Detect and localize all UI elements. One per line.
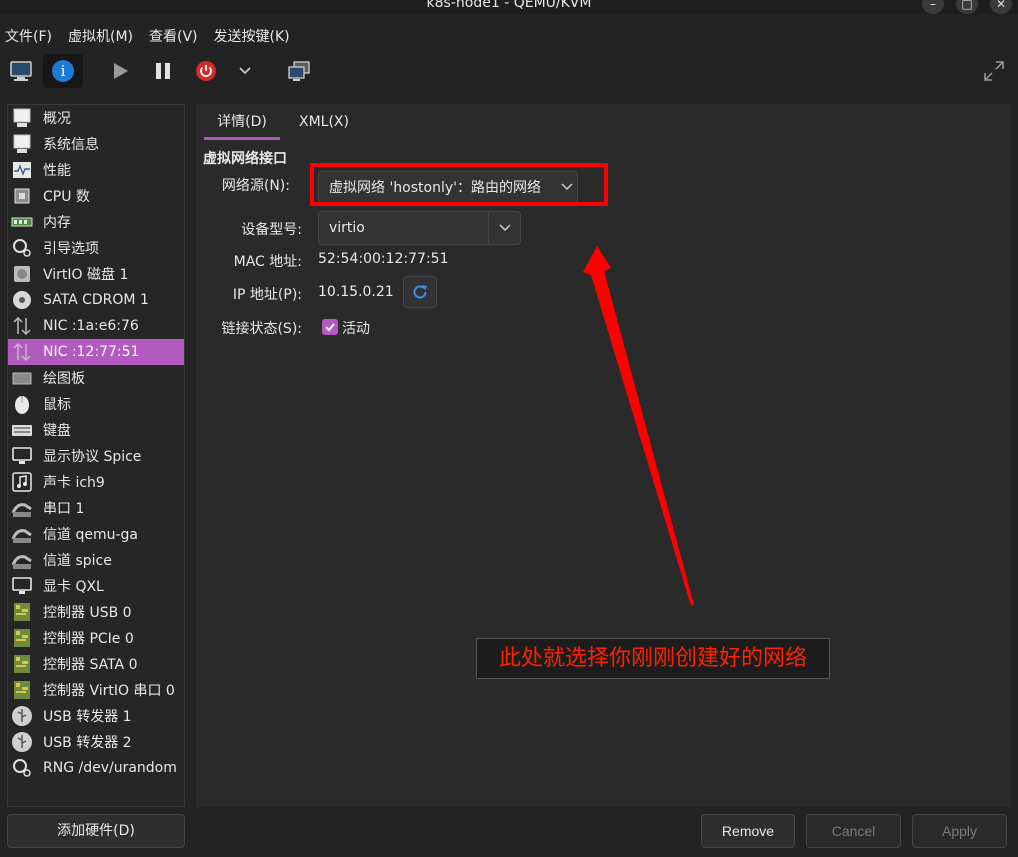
remove-button[interactable]: Remove bbox=[701, 814, 795, 848]
annotation-text: 此处就选择你刚刚创建好的网络 bbox=[476, 638, 830, 679]
apply-button[interactable]: Apply bbox=[912, 814, 1007, 848]
cancel-button[interactable]: Cancel bbox=[806, 814, 901, 848]
annotation-arrow bbox=[583, 246, 694, 606]
